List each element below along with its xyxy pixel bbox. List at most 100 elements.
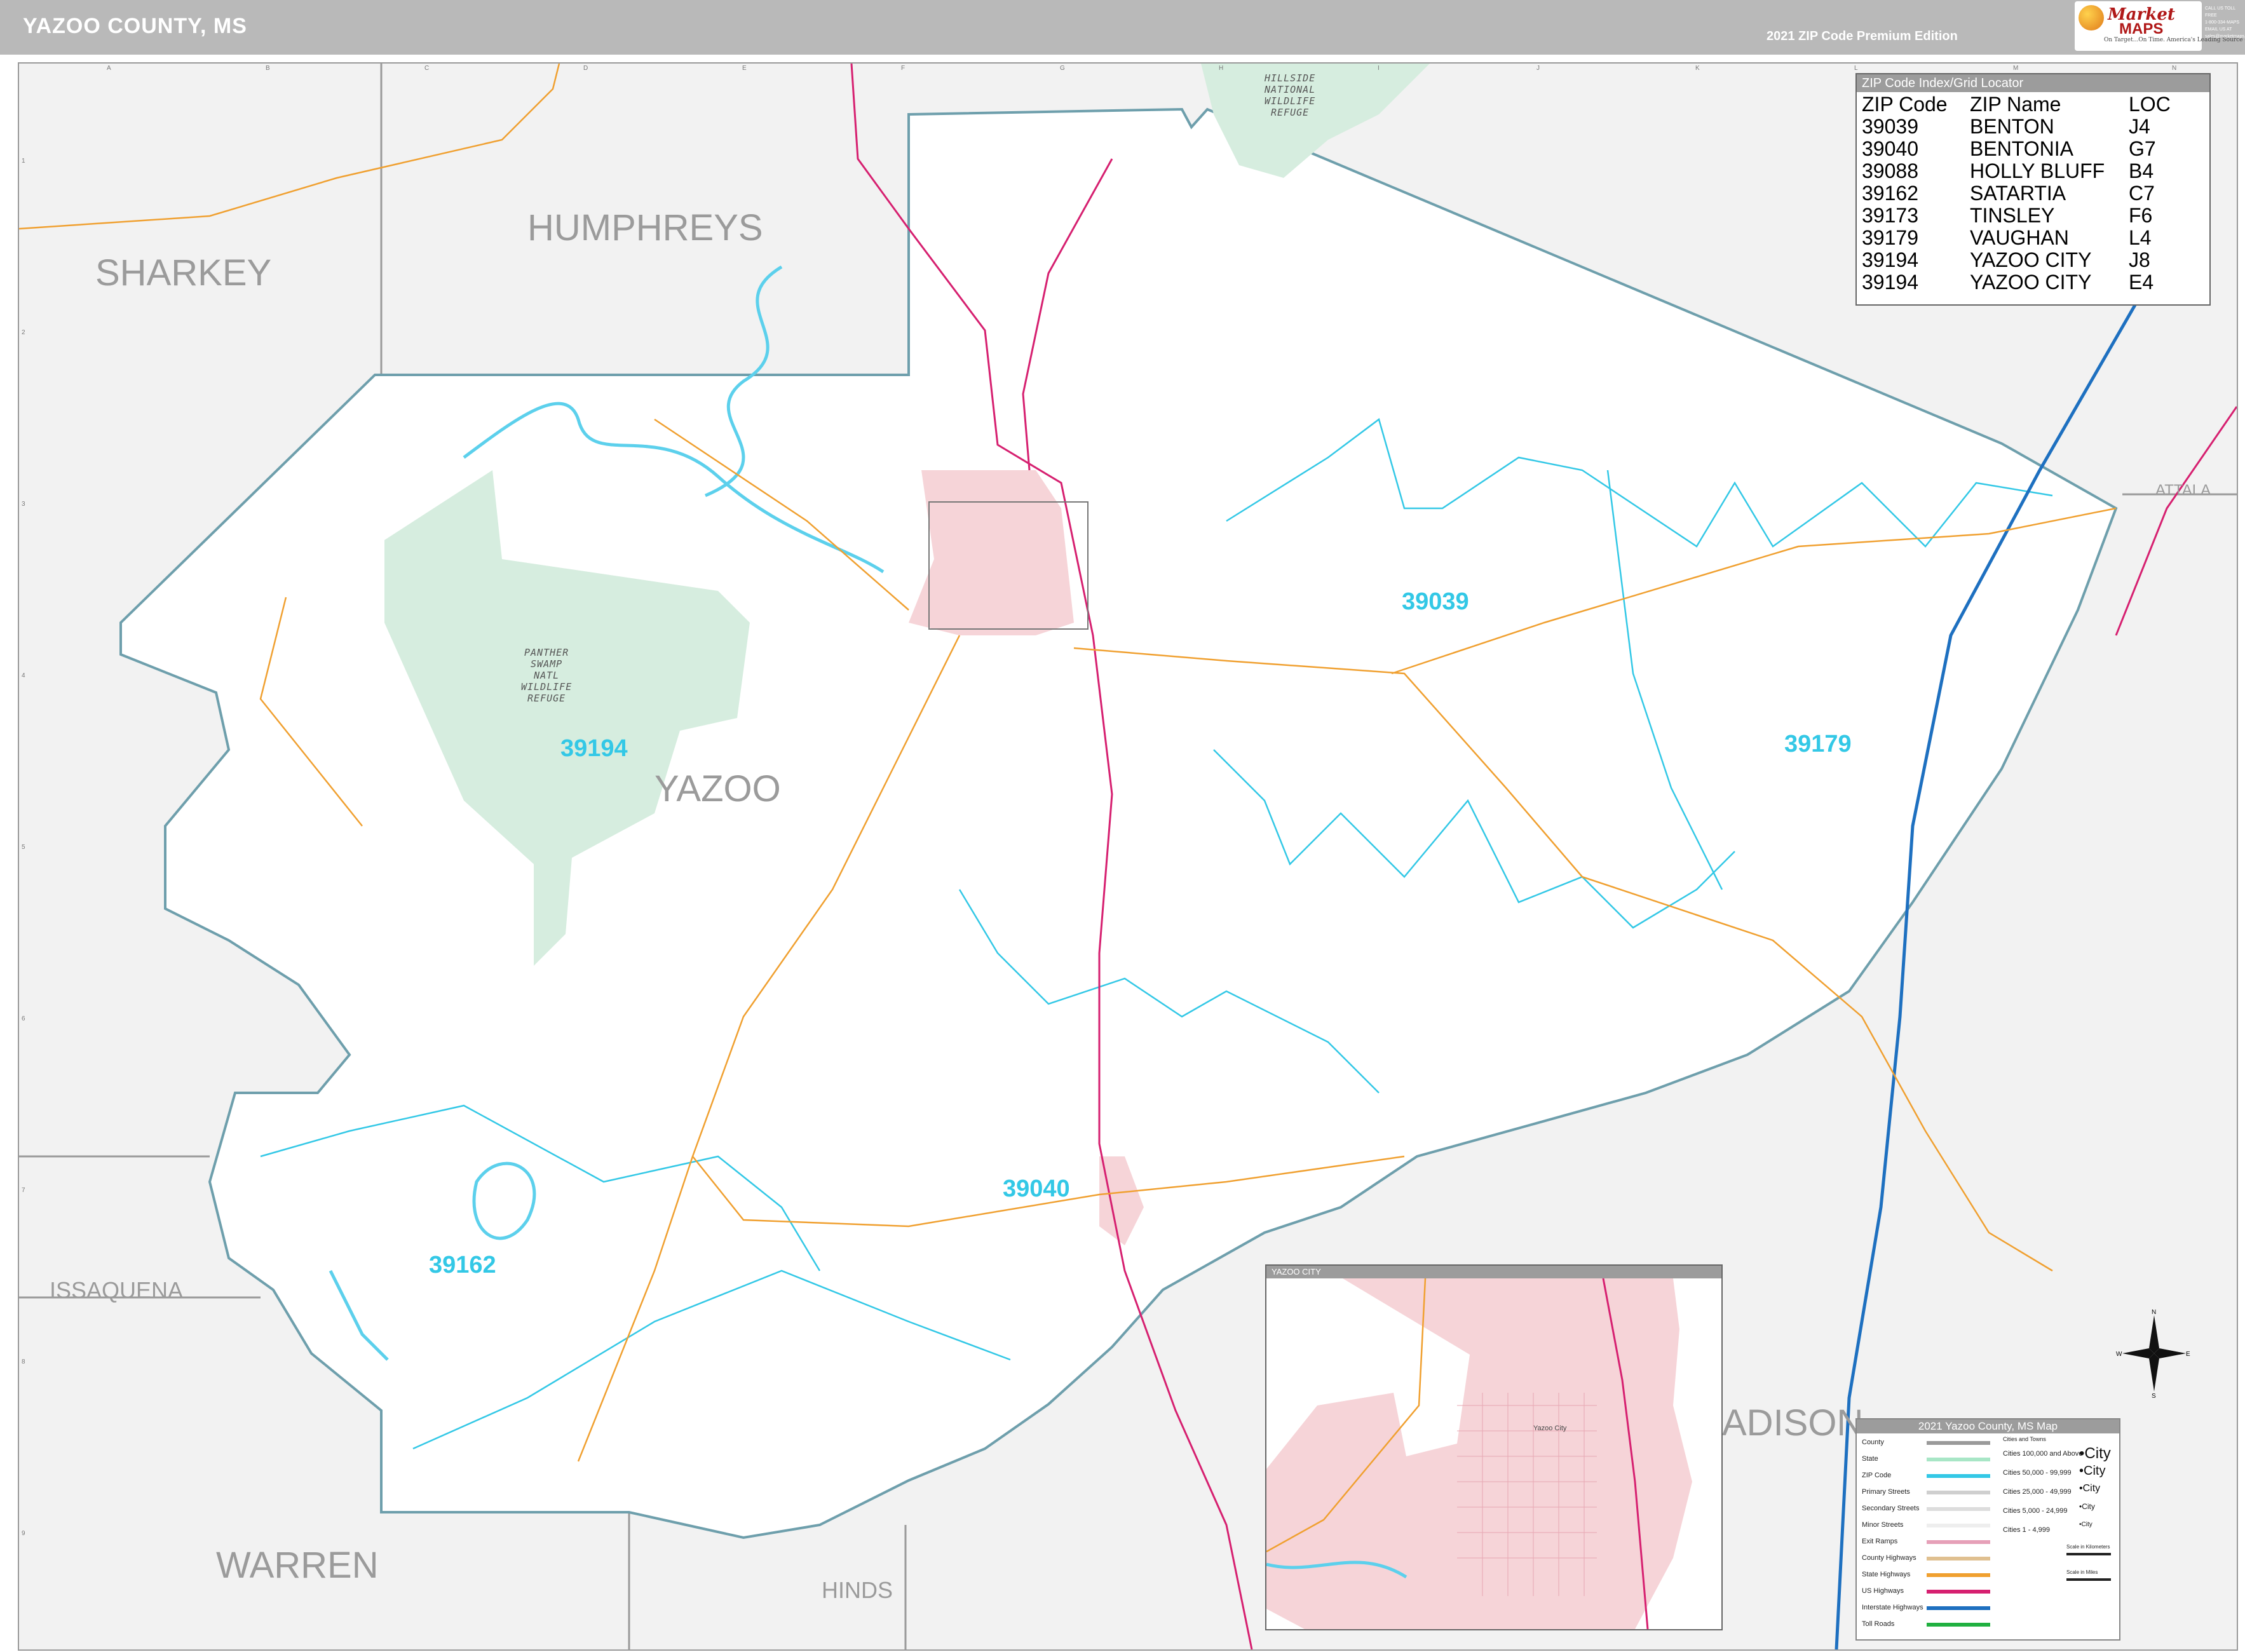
compass-w: W xyxy=(2116,1351,2122,1358)
grid-row-label: 6 xyxy=(22,1015,25,1022)
legend-city-sample: •City xyxy=(2079,1464,2106,1478)
zip-name-cell: HOLLY BLUFF xyxy=(1970,159,2105,182)
panther-swamp-refuge-label: PANTHER SWAMP NATL WILDLIFE REFUGE xyxy=(521,647,573,704)
compass-north-point xyxy=(2149,1315,2159,1353)
compass-s: S xyxy=(2152,1393,2156,1398)
zip-index-col-header: ZIP Name xyxy=(1970,93,2061,116)
zip-label-39162: 39162 xyxy=(429,1252,496,1278)
grid-col-label: M xyxy=(2013,65,2019,72)
legend-city-label: Cities 25,000 - 49,999 xyxy=(2003,1488,2072,1496)
us-highway-51 xyxy=(2115,406,2237,636)
compass-east-point xyxy=(2154,1348,2186,1358)
table-row: 39194 YAZOO CITY E4 xyxy=(1862,271,2192,294)
grid-row-label: 1 xyxy=(22,158,25,165)
legend-item-label: County xyxy=(1862,1439,1884,1446)
scale-bar-mi xyxy=(2066,1578,2111,1581)
grid-col-label: G xyxy=(1060,65,1065,72)
grid-col-label: L xyxy=(1854,65,1858,72)
legend-item-label: Minor Streets xyxy=(1862,1521,1904,1529)
legend-item-swatch xyxy=(1927,1474,1990,1478)
legend-item-swatch xyxy=(1927,1573,1990,1577)
zip-loc-cell: C7 xyxy=(2129,182,2155,205)
zip-loc-cell: J8 xyxy=(2129,248,2150,271)
compass-west-point xyxy=(2122,1348,2154,1358)
legend-city-sample: •City xyxy=(2079,1502,2095,1511)
county-label-issaquena: ISSAQUENA xyxy=(50,1277,184,1303)
compass-south-point xyxy=(2149,1353,2159,1391)
zip-code-cell: 39040 xyxy=(1862,137,1918,160)
compass-e: E xyxy=(2186,1351,2190,1358)
zip-loc-cell: F6 xyxy=(2129,204,2153,227)
zip-label-39040: 39040 xyxy=(1003,1175,1070,1202)
legend-item-label: State xyxy=(1862,1455,1878,1463)
legend-item-swatch xyxy=(1927,1507,1990,1511)
zip-loc-cell: L4 xyxy=(2129,226,2152,249)
zip-code-cell: 39179 xyxy=(1862,226,1918,249)
grid-row-label: 3 xyxy=(22,501,25,508)
zip-name-cell: YAZOO CITY xyxy=(1970,248,2092,271)
zip-name-cell: BENTON xyxy=(1970,115,2054,138)
grid-col-label: C xyxy=(424,65,430,72)
zip-code-cell: 39173 xyxy=(1862,204,1918,227)
grid-col-label: I xyxy=(1378,65,1380,72)
zip-index-col-header: LOC xyxy=(2129,93,2171,116)
legend-item-swatch xyxy=(1927,1606,1990,1610)
grid-col-label: D xyxy=(583,65,588,72)
grid-row-label: 9 xyxy=(22,1530,25,1537)
table-row: 39173 TINSLEY F6 xyxy=(1862,205,2192,227)
market-maps-logo[interactable]: Market MAPS On Target...On Time. America… xyxy=(2075,1,2245,51)
zip-index-col-header: ZIP Code xyxy=(1862,93,1948,116)
contact-line: sales@marketmaps.com xyxy=(2205,34,2245,39)
zip-name-cell: SATARTIA xyxy=(1970,182,2066,205)
legend-item-label: Primary Streets xyxy=(1862,1488,1910,1496)
legend-item-swatch xyxy=(1927,1524,1990,1527)
zip-name-cell: TINSLEY xyxy=(1970,204,2055,227)
contact-line: CALL US TOLL FREE xyxy=(2205,6,2235,18)
grid-col-label: H xyxy=(1219,65,1224,72)
zip-loc-cell: J4 xyxy=(2129,115,2150,138)
contact-line: 1-800-334-MAPS xyxy=(2205,20,2240,25)
zip-label-39039: 39039 xyxy=(1402,588,1469,615)
map-header: YAZOO COUNTY, MS 2021 ZIP Code Premium E… xyxy=(0,0,2245,55)
legend-city-label: Cities 100,000 and Above xyxy=(2003,1450,2083,1458)
table-row: 39179 VAUGHAN L4 xyxy=(1862,227,2192,249)
county-label-sharkey: SHARKEY xyxy=(95,252,272,294)
zip-code-cell: 39162 xyxy=(1862,182,1918,205)
zip-loc-cell: G7 xyxy=(2129,137,2156,160)
zip-name-cell: BENTONIA xyxy=(1970,137,2073,160)
zip-index-panel: ZIP Code Index/Grid Locator ZIP Code ZIP… xyxy=(1855,73,2211,306)
zip-label-39194: 39194 xyxy=(560,735,628,762)
county-label-madison: ADISON xyxy=(1722,1402,1864,1444)
legend-city-sample: •City xyxy=(2079,1483,2101,1494)
contact-line: EMAIL US AT xyxy=(2205,27,2232,32)
grid-col-label: N xyxy=(2172,65,2177,72)
yazoo-city-inset[interactable]: YAZOO CITY Yazoo City xyxy=(1265,1264,1723,1630)
logo-brand-line2: MAPS xyxy=(2119,20,2164,37)
state-highway-149-west xyxy=(19,64,560,230)
legend-item-label: ZIP Code xyxy=(1862,1472,1892,1479)
yazoo-city-area xyxy=(909,470,1074,635)
legend-item-swatch xyxy=(1927,1458,1990,1461)
zip-index-title: ZIP Code Index/Grid Locator xyxy=(1857,74,2209,92)
zip-code-cell: 39194 xyxy=(1862,248,1918,271)
table-row: 39162 SATARTIA C7 xyxy=(1862,182,2192,205)
zip-code-cell: 39039 xyxy=(1862,115,1918,138)
hillside-refuge-label: HILLSIDE NATIONAL WILDLIFE REFUGE xyxy=(1265,72,1316,118)
table-row: 39088 HOLLY BLUFF B4 xyxy=(1862,160,2192,182)
compass-n: N xyxy=(2152,1309,2156,1316)
map-title: YAZOO COUNTY, MS xyxy=(23,14,247,38)
zip-loc-cell: E4 xyxy=(2129,271,2154,294)
grid-row-label: 4 xyxy=(22,672,25,679)
grid-col-label: B xyxy=(266,65,270,72)
globe-logo-icon xyxy=(2079,5,2104,30)
scale-bar-km xyxy=(2066,1553,2111,1555)
grid-col-label: A xyxy=(107,65,111,72)
legend-item-label: State Highways xyxy=(1862,1571,1911,1578)
yazoo-county-area xyxy=(119,107,2118,1540)
table-row: 39194 YAZOO CITY J8 xyxy=(1862,249,2192,271)
legend-city-label: Cities 50,000 - 99,999 xyxy=(2003,1469,2072,1477)
legend-item-swatch xyxy=(1927,1491,1990,1494)
zip-name-cell: VAUGHAN xyxy=(1970,226,2069,249)
legend-item-swatch xyxy=(1927,1623,1990,1627)
legend-city-sample: •City xyxy=(2079,1445,2111,1462)
